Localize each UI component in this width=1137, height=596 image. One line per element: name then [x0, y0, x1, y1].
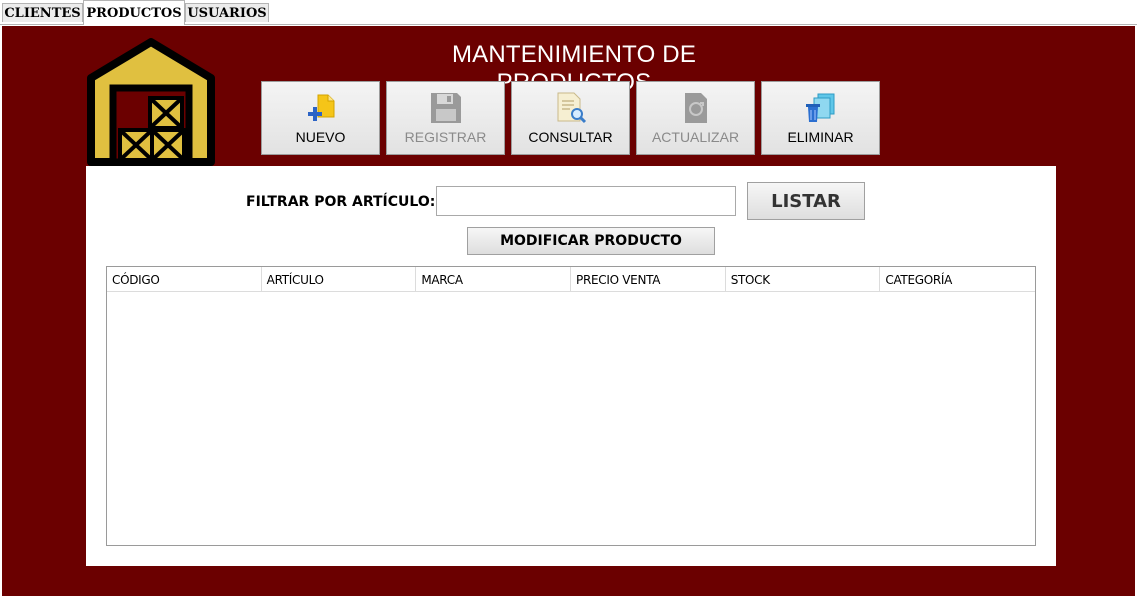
refresh-document-icon [679, 91, 713, 125]
listar-button[interactable]: LISTAR [747, 182, 865, 220]
table-header: CÓDIGO ARTÍCULO MARCA PRECIO VENTA STOCK… [107, 267, 1035, 292]
filter-article-input[interactable] [436, 186, 736, 216]
tab-strip: CLIENTES PRODUCTOS USUARIOS [0, 0, 1137, 25]
nuevo-button[interactable]: NUEVO [261, 81, 380, 155]
eliminar-button[interactable]: ELIMINAR [761, 81, 880, 155]
column-header-codigo[interactable]: CÓDIGO [107, 267, 262, 291]
trash-icon [804, 91, 838, 125]
column-header-articulo[interactable]: ARTÍCULO [262, 267, 417, 291]
consultar-label: CONSULTAR [528, 129, 613, 145]
search-document-icon [554, 91, 588, 125]
new-document-icon [304, 91, 338, 125]
consultar-button[interactable]: CONSULTAR [511, 81, 630, 155]
tab-clientes[interactable]: CLIENTES [2, 3, 83, 22]
registrar-button[interactable]: REGISTRAR [386, 81, 505, 155]
nuevo-label: NUEVO [295, 129, 346, 145]
products-panel: MANTENIMIENTO DE PRODUCTOS NUEVO REGISTR… [2, 26, 1135, 596]
column-header-marca[interactable]: MARCA [416, 267, 572, 291]
actualizar-button[interactable]: ACTUALIZAR [636, 81, 755, 155]
warehouse-icon [86, 36, 216, 168]
floppy-disk-icon [429, 91, 463, 125]
tab-productos[interactable]: PRODUCTOS [83, 0, 185, 25]
modificar-producto-button[interactable]: MODIFICAR PRODUCTO [467, 227, 715, 255]
eliminar-label: ELIMINAR [787, 129, 854, 145]
column-header-stock[interactable]: STOCK [726, 267, 881, 291]
registrar-label: REGISTRAR [404, 129, 487, 145]
tab-usuarios[interactable]: USUARIOS [185, 3, 269, 22]
product-list-card: FILTRAR POR ARTÍCULO: LISTAR MODIFICAR P… [86, 166, 1056, 566]
column-header-categoria[interactable]: CATEGORÍA [880, 267, 1035, 291]
filter-label: FILTRAR POR ARTÍCULO: [246, 194, 436, 210]
products-table[interactable]: CÓDIGO ARTÍCULO MARCA PRECIO VENTA STOCK… [106, 266, 1036, 546]
column-header-precio-venta[interactable]: PRECIO VENTA [571, 267, 726, 291]
actualizar-label: ACTUALIZAR [651, 129, 740, 145]
